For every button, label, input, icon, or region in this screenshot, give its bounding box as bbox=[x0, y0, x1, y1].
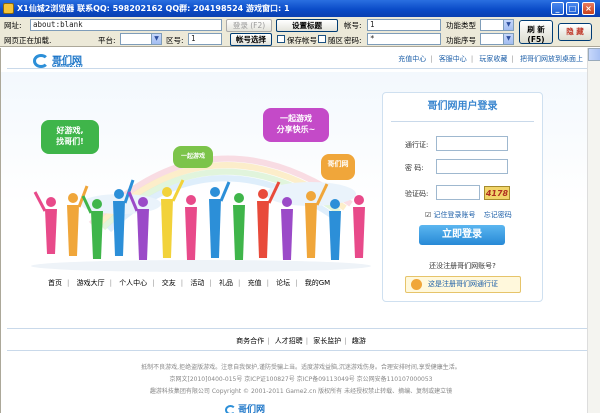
refresh-shortcut: (F5) bbox=[527, 35, 545, 44]
top-link-recharge[interactable]: 充值中心 bbox=[398, 55, 426, 63]
nav-gifts[interactable]: 礼品 bbox=[219, 279, 233, 287]
pwd-input[interactable] bbox=[436, 159, 508, 174]
password-label: 密码: bbox=[344, 36, 362, 45]
nav-events[interactable]: 活动 bbox=[190, 279, 204, 287]
footer-license: 京网文[2010]0400-015号 京ICP证100827号 京ICP备091… bbox=[169, 376, 433, 383]
forgot-link[interactable]: 忘记密码 bbox=[484, 211, 512, 219]
register-button[interactable]: 这是注册哥们网通行证 bbox=[405, 276, 521, 293]
remember-row: ☑ 记住登录账号 忘记密码 bbox=[425, 210, 512, 220]
bubble-play: 一起游戏 bbox=[173, 146, 213, 168]
zone-value: 1 bbox=[191, 34, 196, 43]
set-title-button[interactable]: 设置标题 bbox=[276, 19, 338, 32]
footer-divider bbox=[7, 328, 593, 329]
func-type-label: 功能类型 bbox=[446, 21, 476, 30]
top-links: 充值中心 | 客服中心 | 玩家收藏 | 把哥们网放到桌面上 bbox=[398, 55, 583, 63]
login-f2-button[interactable]: 登录 (F2) bbox=[226, 19, 272, 32]
nav-home[interactable]: 首页 bbox=[48, 279, 62, 287]
pwd-label: 密 码: bbox=[405, 164, 424, 172]
scroll-up-arrow-icon[interactable] bbox=[588, 48, 600, 61]
footer-logo: 哥们网 bbox=[225, 402, 285, 413]
login-submit-button[interactable]: 立即登录 bbox=[419, 225, 505, 245]
footer-copyright: 趣游科技集团有限公司 Copyright © 2001-2011 Game2.c… bbox=[149, 388, 453, 395]
nav-mygm[interactable]: 我的GM bbox=[305, 279, 330, 287]
bubble-site: 哥们网 bbox=[321, 154, 355, 180]
save-account-checkbox[interactable] bbox=[277, 35, 285, 43]
zone-label: 区号: bbox=[166, 36, 184, 45]
hero-illustration bbox=[31, 155, 371, 272]
select-account-button[interactable]: 帐号选择 bbox=[230, 33, 272, 46]
password-input[interactable]: * bbox=[367, 33, 441, 45]
top-link-favorite[interactable]: 玩家收藏 bbox=[479, 55, 507, 63]
top-link-service[interactable]: 客服中心 bbox=[439, 55, 467, 63]
chevron-down-icon: ▼ bbox=[503, 20, 513, 30]
platform-label: 平台: bbox=[98, 36, 116, 45]
bubble-good-game: 好游戏, 找哥们! bbox=[41, 120, 99, 154]
hide-button[interactable]: 隐 藏 bbox=[558, 23, 592, 41]
nav-friends[interactable]: 交友 bbox=[162, 279, 176, 287]
footer-link-jobs[interactable]: 人才招聘 bbox=[275, 337, 303, 345]
chevron-down-icon: ▼ bbox=[151, 34, 161, 44]
close-button[interactable]: × bbox=[582, 2, 595, 15]
chevron-down-icon: ▼ bbox=[503, 34, 513, 44]
window-title: X1仙城2浏览器 联系QQ: 598202162 QQ群: 204198524 … bbox=[17, 4, 290, 13]
func-seq-label: 功能序号 bbox=[446, 36, 476, 45]
random-zone-label: 随区 bbox=[328, 36, 343, 45]
minimize-button[interactable]: _ bbox=[551, 2, 564, 15]
window-titlebar: X1仙城2浏览器 联系QQ: 598202162 QQ群: 204198524 … bbox=[0, 0, 600, 17]
account-input[interactable]: 1 bbox=[367, 19, 441, 31]
login-divider bbox=[391, 121, 534, 122]
status-text: 网页正在加载. bbox=[4, 36, 52, 45]
platform-select[interactable]: ▼ bbox=[120, 33, 162, 45]
func-type-select[interactable]: ▼ bbox=[480, 19, 514, 31]
captcha-label: 验证码: bbox=[405, 190, 429, 198]
pass-input[interactable] bbox=[436, 136, 508, 151]
footer-links: 商务合作 | 人才招聘 | 家长监护 | 趣游 bbox=[236, 337, 366, 345]
login-title: 哥们网用户登录 bbox=[427, 101, 498, 112]
footer-link-quyou[interactable]: 趣游 bbox=[352, 337, 366, 345]
logo-swirl-icon bbox=[225, 404, 236, 413]
captcha-input[interactable] bbox=[436, 185, 480, 200]
footer-logo-text: 哥们网 bbox=[238, 405, 266, 413]
nav-recharge[interactable]: 充值 bbox=[248, 279, 262, 287]
top-link-desktop[interactable]: 把哥们网放到桌面上 bbox=[520, 55, 583, 63]
remember-link[interactable]: 记住登录账号 bbox=[434, 211, 476, 219]
save-account-label: 保存帐号 bbox=[287, 36, 317, 45]
footer-link-business[interactable]: 商务合作 bbox=[236, 337, 264, 345]
maximize-button[interactable]: □ bbox=[566, 2, 579, 15]
refresh-button[interactable]: 刷 新 (F5) bbox=[519, 20, 553, 44]
zone-stepper[interactable]: 1 bbox=[188, 33, 222, 45]
register-label: 这是注册哥们网通行证 bbox=[428, 280, 498, 288]
web-content: 哥们网 Game2.cn 充值中心 | 客服中心 | 玩家收藏 | 把哥们网放到桌面上 bbox=[0, 48, 600, 413]
header-divider bbox=[7, 68, 593, 69]
account-label: 帐号: bbox=[344, 21, 362, 30]
no-account-text: 还没注册哥们网账号? bbox=[429, 262, 496, 270]
nav-forum[interactable]: 论坛 bbox=[276, 279, 290, 287]
bubble-play-together: 一起游戏 分享快乐~ bbox=[263, 108, 329, 142]
random-zone-checkbox[interactable] bbox=[318, 35, 326, 43]
pass-label: 通行证: bbox=[405, 141, 429, 149]
url-label: 网址: bbox=[4, 21, 22, 30]
vertical-scrollbar[interactable] bbox=[587, 48, 600, 413]
user-icon bbox=[411, 279, 422, 290]
func-seq-select[interactable]: ▼ bbox=[480, 33, 514, 45]
app-icon bbox=[3, 3, 14, 14]
browser-toolbar: 网址: about:blank 登录 (F2) 设置标题 帐号: 1 功能类型 … bbox=[0, 17, 600, 47]
site-nav: 首页 | 游戏大厅 | 个人中心 | 交友 | 活动 | 礼品 | 充值 | 论坛 | 我的GM bbox=[48, 279, 331, 287]
login-panel: 哥们网用户登录 通行证: 密 码: 验证码: 4178 ☑ 记住登录账号 忘记密… bbox=[382, 92, 543, 302]
footer-link-parents[interactable]: 家长监护 bbox=[313, 337, 341, 345]
logo-swirl-icon bbox=[33, 54, 49, 68]
footer-notice: 抵制不良游戏,拒绝盗版游戏。注意自我保护,谨防受骗上当。适度游戏益脑,沉迷游戏伤… bbox=[141, 364, 461, 371]
check-icon[interactable]: ☑ bbox=[425, 211, 431, 219]
nav-games[interactable]: 游戏大厅 bbox=[77, 279, 105, 287]
captcha-image[interactable]: 4178 bbox=[484, 186, 510, 200]
nav-profile[interactable]: 个人中心 bbox=[119, 279, 147, 287]
refresh-label: 刷 新 bbox=[527, 25, 545, 34]
footer-divider-2 bbox=[7, 350, 593, 351]
url-input[interactable]: about:blank bbox=[30, 19, 222, 31]
